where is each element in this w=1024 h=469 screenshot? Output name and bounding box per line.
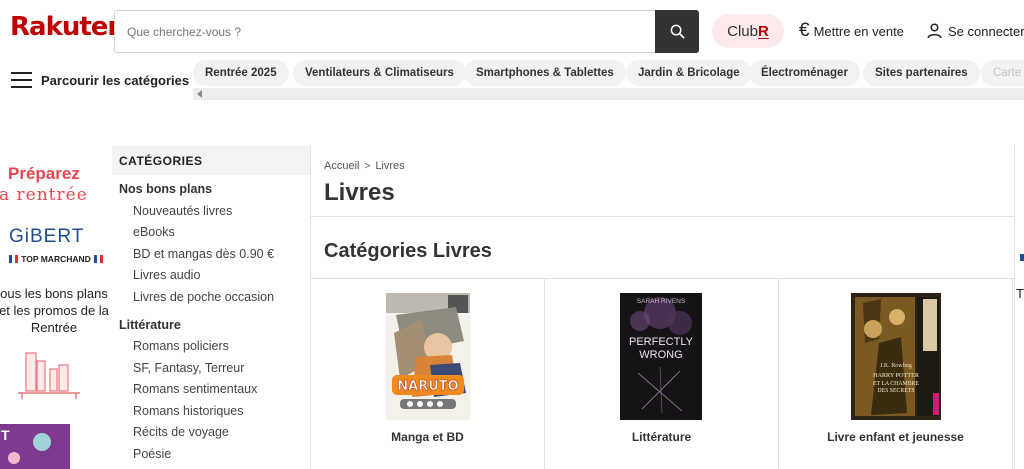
card-label: Manga et BD bbox=[391, 430, 464, 444]
chip-rentree-2025[interactable]: Rentrée 2025 bbox=[193, 60, 289, 86]
badge-label: TOP MARCHAND bbox=[21, 253, 91, 264]
group-litterature[interactable]: Littérature bbox=[119, 318, 181, 332]
sell-label: Mettre en vente bbox=[813, 23, 904, 39]
sidebar-item-voyage[interactable]: Récits de voyage bbox=[133, 425, 229, 439]
svg-text:T: T bbox=[1, 427, 10, 443]
category-card-litterature[interactable]: SARAH RIVENS PERFECTLY WRONG Littérature bbox=[545, 279, 779, 469]
chip-ventilateurs[interactable]: Ventilateurs & Climatiseurs bbox=[293, 60, 466, 86]
login-link[interactable]: Se connecter bbox=[927, 20, 1024, 42]
sidebar-item-historiques[interactable]: Romans historiques bbox=[133, 404, 243, 418]
scroll-left-icon[interactable] bbox=[197, 90, 202, 98]
top-marchand-badge: TOP MARCHAND bbox=[0, 252, 112, 265]
browse-categories-button[interactable]: Parcourir les catégories bbox=[41, 73, 189, 88]
categories-sidebar: CATÉGORIES Nos bons plans Nouveautés liv… bbox=[112, 146, 310, 469]
cover-author: SARAH RIVENS bbox=[637, 298, 686, 305]
category-card-jeunesse[interactable]: J.K. Rowling HARRY POTTER ET LA CHAMBRE … bbox=[779, 279, 1013, 469]
french-flag-icon bbox=[93, 254, 103, 263]
right-promo-edge: T bbox=[1014, 146, 1024, 469]
flag-fragment-icon bbox=[1020, 254, 1024, 261]
naruto-cover-image: NARUTO bbox=[386, 293, 470, 420]
clipped-text: T bbox=[1016, 286, 1024, 301]
search-button[interactable] bbox=[655, 10, 699, 53]
sidebar-item-poche-occasion[interactable]: Livres de poche occasion bbox=[133, 290, 274, 304]
chip-sites-partenaires[interactable]: Sites partenaires bbox=[863, 60, 980, 86]
perfectly-wrong-cover-image: SARAH RIVENS PERFECTLY WRONG bbox=[620, 293, 702, 420]
cover-author: J.K. Rowling bbox=[880, 363, 912, 369]
hamburger-menu-icon[interactable] bbox=[11, 72, 32, 88]
breadcrumb-current: Livres bbox=[375, 160, 405, 172]
promo-heading: Préparez bbox=[8, 164, 80, 183]
cover-title: NARUTO bbox=[397, 379, 458, 394]
promo-subheading: a rentrée bbox=[0, 185, 88, 205]
club-r-letter: R bbox=[758, 22, 769, 40]
group-bons-plans[interactable]: Nos bons plans bbox=[119, 182, 212, 196]
sidebar-item-nouveautes[interactable]: Nouveautés livres bbox=[133, 204, 232, 218]
search-box bbox=[114, 10, 699, 53]
rakuten-logo[interactable]: Rakuten bbox=[10, 12, 126, 42]
category-card-manga[interactable]: NARUTO Manga et BD bbox=[311, 279, 545, 469]
main-content: Accueil > Livres Livres Catégories Livre… bbox=[310, 146, 1014, 469]
sidebar-item-bd-mangas[interactable]: BD et mangas dès 0.90 € bbox=[133, 247, 274, 261]
euro-icon: € bbox=[799, 20, 810, 41]
cover-title-line1: HARRY POTTER bbox=[873, 372, 920, 379]
card-label: Livre enfant et jeunesse bbox=[827, 430, 964, 444]
card-label: Littérature bbox=[631, 430, 692, 444]
quick-links-bar: Rentrée 2025 Ventilateurs & Climatiseurs… bbox=[193, 60, 1024, 86]
promo-book-image: T bbox=[0, 424, 70, 469]
page-title: Livres bbox=[324, 179, 395, 206]
chip-smartphones[interactable]: Smartphones & Tablettes bbox=[464, 60, 626, 86]
cover-title-line2: WRONG bbox=[639, 349, 682, 361]
breadcrumb-chevron-icon: > bbox=[364, 160, 371, 172]
breadcrumb: Accueil > Livres bbox=[324, 160, 405, 172]
horizontal-scrollbar[interactable] bbox=[193, 88, 1024, 100]
sidebar-item-ebooks[interactable]: eBooks bbox=[133, 225, 175, 239]
user-icon bbox=[927, 23, 942, 39]
categories-header: CATÉGORIES bbox=[112, 146, 310, 175]
chip-carte[interactable]: Carte bbox=[981, 60, 1024, 86]
search-icon bbox=[670, 24, 684, 39]
section-title: Catégories Livres bbox=[324, 240, 492, 262]
books-illustration-icon bbox=[18, 352, 80, 399]
divider bbox=[311, 216, 1014, 217]
sidebar-item-policiers[interactable]: Romans policiers bbox=[133, 339, 229, 353]
sell-link[interactable]: € Mettre en vente bbox=[799, 20, 904, 42]
sidebar-item-sf-fantasy[interactable]: SF, Fantasy, Terreur bbox=[133, 361, 244, 375]
promo-banner[interactable]: Préparez a rentrée GiBERT TOP MARCHAND o… bbox=[0, 146, 112, 469]
categories-title: CATÉGORIES bbox=[119, 154, 203, 168]
search-input[interactable] bbox=[127, 22, 647, 42]
cover-title-line3: DES SECRETS bbox=[877, 388, 914, 394]
cover-title-line2: ET LA CHAMBRE bbox=[873, 381, 919, 387]
cover-title-line1: PERFECTLY bbox=[629, 336, 694, 348]
harry-potter-cover-image: J.K. Rowling HARRY POTTER ET LA CHAMBRE … bbox=[851, 293, 941, 420]
french-flag-icon bbox=[9, 254, 19, 263]
sidebar-item-sentimentaux[interactable]: Romans sentimentaux bbox=[133, 382, 257, 396]
sidebar-item-poesie[interactable]: Poésie bbox=[133, 447, 171, 461]
club-r-button[interactable]: Club R bbox=[712, 14, 784, 48]
breadcrumb-home[interactable]: Accueil bbox=[324, 160, 359, 172]
login-label: Se connecter bbox=[948, 23, 1024, 39]
sidebar-item-livres-audio[interactable]: Livres audio bbox=[133, 268, 200, 282]
gibert-logo: GiBERT bbox=[9, 226, 85, 247]
promo-text: ous les bons plans et les promos de la R… bbox=[0, 286, 109, 335]
club-label: Club bbox=[727, 22, 758, 40]
chip-jardin[interactable]: Jardin & Bricolage bbox=[626, 60, 752, 86]
chip-electromenager[interactable]: Électroménager bbox=[749, 60, 860, 86]
